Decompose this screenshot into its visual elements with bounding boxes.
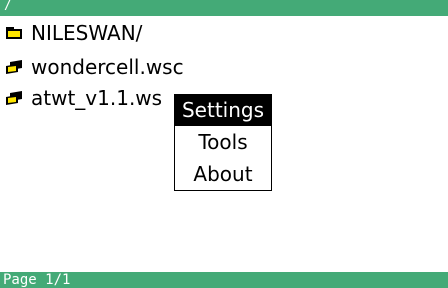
file-name: NILESWAN/ bbox=[31, 21, 143, 45]
file-row-nileswan[interactable]: NILESWAN/ bbox=[6, 18, 426, 48]
file-name: wondercell.wsc bbox=[31, 55, 184, 79]
menu-item-settings[interactable]: Settings bbox=[175, 95, 271, 126]
folder-icon bbox=[6, 27, 22, 39]
menu-item-about[interactable]: About bbox=[175, 159, 271, 190]
path-bar: / bbox=[0, 0, 448, 16]
menu-item-tools[interactable]: Tools bbox=[175, 127, 271, 158]
cartridge-icon bbox=[6, 60, 22, 74]
file-row-wondercell[interactable]: wondercell.wsc bbox=[6, 52, 426, 82]
status-bar: Page 1/1 bbox=[0, 272, 448, 288]
current-path: / bbox=[4, 0, 12, 13]
context-menu: Settings Tools About bbox=[174, 94, 272, 191]
page-indicator: Page 1/1 bbox=[3, 272, 71, 288]
cartridge-icon bbox=[6, 91, 22, 105]
file-name: atwt_v1.1.ws bbox=[31, 86, 163, 110]
